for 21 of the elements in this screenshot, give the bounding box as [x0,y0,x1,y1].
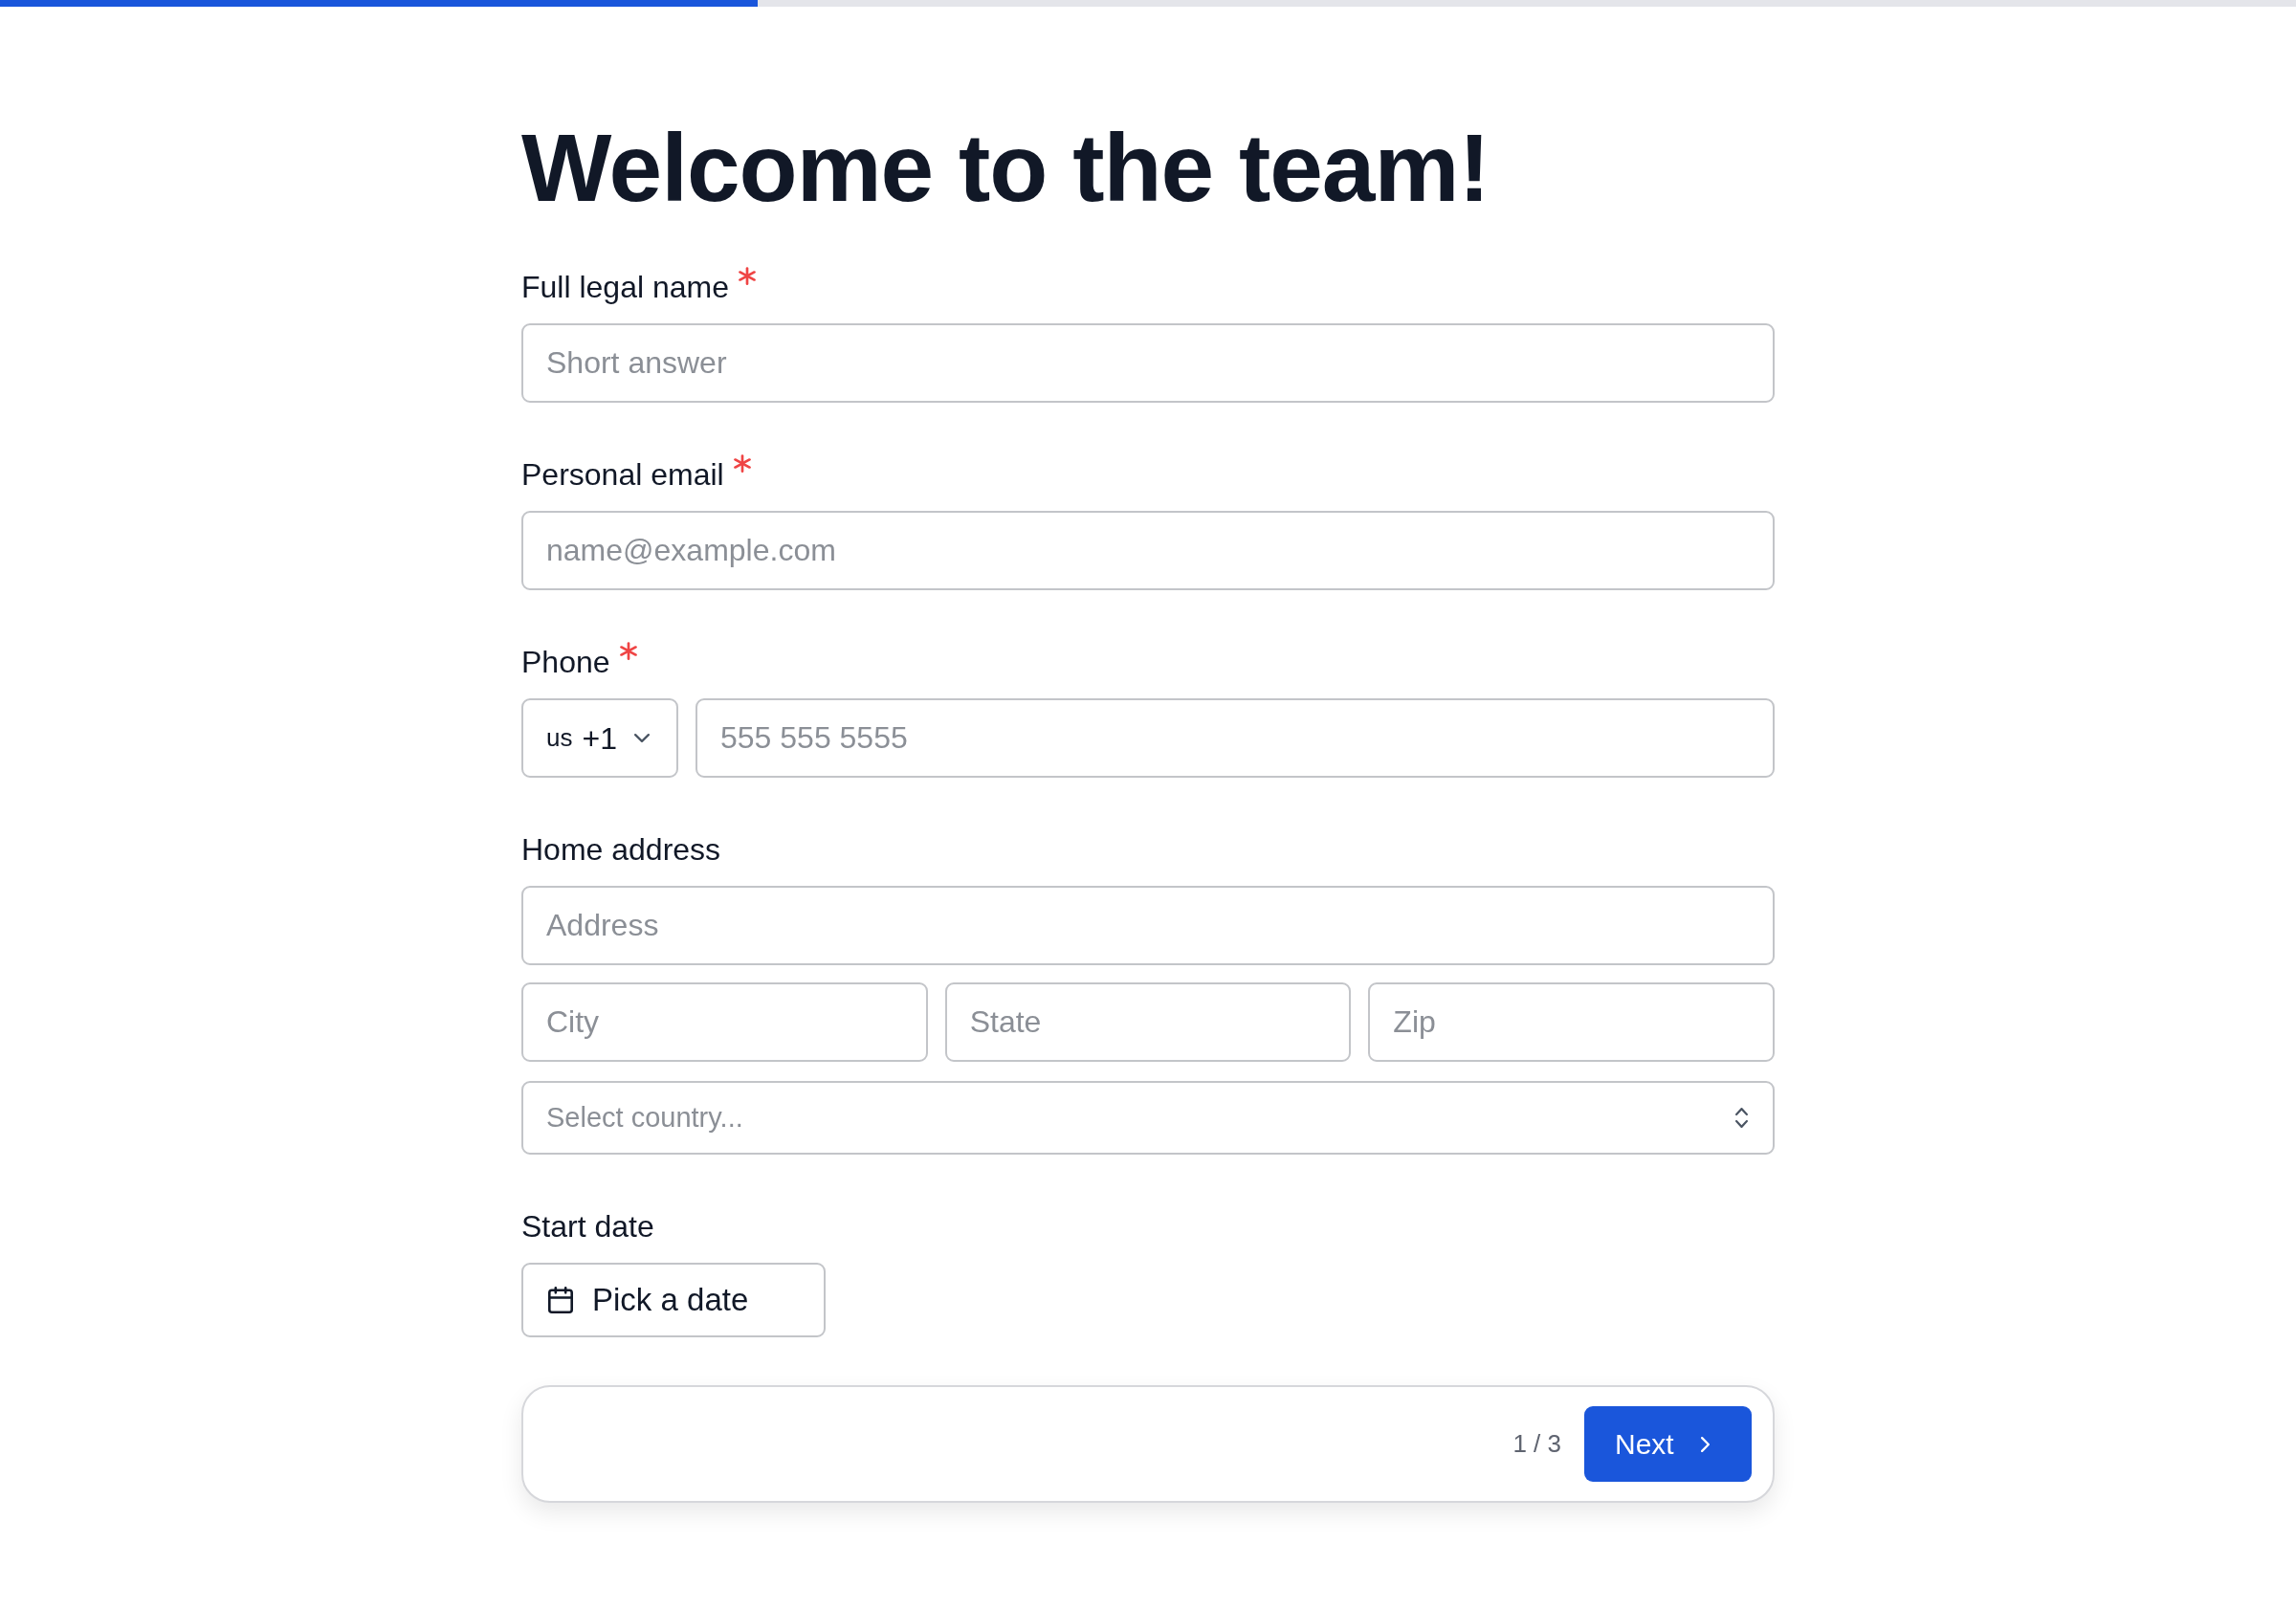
chevron-down-icon [633,734,650,742]
input-field[interactable]: name@example.com [521,511,1775,590]
page-title: Welcome to the team! [521,113,1490,223]
input-field[interactable]: Zip [1368,982,1775,1062]
phone-field[interactable]: 555 555 5555 [695,698,1775,778]
page-indicator: 1 / 3 [1512,1428,1561,1460]
field-label: Start date [521,1208,654,1245]
field-label: Home address [521,831,721,869]
date-picker-button[interactable]: Pick a date [521,1263,826,1337]
field-label: Personal email [521,456,724,494]
country-code-select[interactable]: us +1 [521,698,678,778]
input-field[interactable]: City [521,982,928,1062]
field-label: Phone [521,644,610,681]
calendar-icon [548,1287,573,1313]
input-field[interactable]: State [944,982,1352,1062]
input-field[interactable]: Address [521,886,1775,965]
field-label: Full legal name [521,269,729,306]
chevron-up-down-icon [1735,1108,1748,1128]
input-field[interactable]: Short answer [521,323,1775,403]
chevron-right-icon [1700,1436,1710,1452]
next-button[interactable]: Next [1584,1406,1752,1482]
